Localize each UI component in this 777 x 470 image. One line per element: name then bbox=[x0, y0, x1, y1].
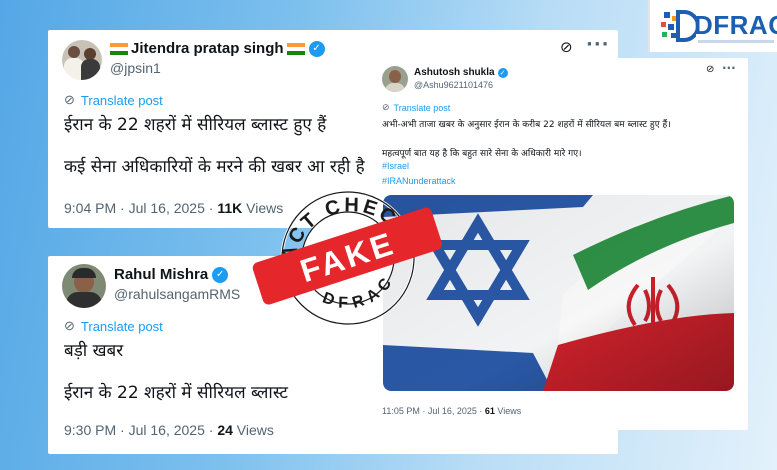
avatar[interactable] bbox=[62, 264, 106, 308]
user-handle[interactable]: @jpsin1 bbox=[110, 60, 161, 76]
user-name[interactable]: Ashutosh shukla bbox=[414, 67, 495, 78]
tweet-meta[interactable]: 9:30 PM · Jul 16, 2025 · 24 Views bbox=[64, 422, 274, 438]
dfrac-logo-icon bbox=[661, 10, 696, 42]
tweet-text-line: ईरान के 22 शहरों में सीरियल ब्लास्ट हुए … bbox=[64, 115, 327, 135]
hashtag-link[interactable]: #Israel bbox=[382, 161, 409, 171]
translate-post-link[interactable]: ⊘ Translate post bbox=[64, 92, 163, 108]
india-flag-icon bbox=[110, 42, 128, 55]
translate-icon: ⊘ bbox=[64, 92, 75, 107]
user-handle[interactable]: @rahulsangamRMS bbox=[114, 286, 240, 302]
grok-icon[interactable]: ⊘ bbox=[560, 38, 573, 56]
translate-post-link[interactable]: ⊘ Translate post bbox=[382, 102, 450, 113]
user-name[interactable]: Jitendra pratap singh bbox=[131, 40, 284, 57]
verified-badge-icon: ✓ bbox=[212, 266, 229, 283]
translate-icon: ⊘ bbox=[382, 102, 390, 112]
dfrac-logo: DFRAC bbox=[648, 0, 777, 52]
tweet-text-line: अभी-अभी ताजा खबर के अनुसार ईरान के करीब … bbox=[382, 120, 671, 130]
tweet-text-line: महत्वपूर्ण बात यह है कि बहुत सारे सेना क… bbox=[382, 149, 582, 159]
user-handle[interactable]: @Ashu9621101476 bbox=[414, 80, 493, 90]
user-name[interactable]: Rahul Mishra bbox=[114, 266, 208, 283]
tweet-text-line: ईरान के 22 शहरों में सीरियल ब्लास्ट bbox=[64, 383, 289, 403]
translate-icon: ⊘ bbox=[64, 318, 75, 333]
logo-text: DFRAC bbox=[694, 10, 777, 40]
more-options-icon[interactable]: ··· bbox=[722, 61, 736, 75]
india-flag-icon bbox=[286, 42, 305, 55]
avatar[interactable] bbox=[62, 40, 102, 80]
logo-tagline bbox=[698, 40, 774, 43]
more-options-icon[interactable]: ··· bbox=[586, 34, 610, 55]
tweet-text-line: कई सेना अधिकारियों के मरने की खबर आ रही … bbox=[64, 157, 365, 177]
translate-post-link[interactable]: ⊘ Translate post bbox=[64, 318, 163, 334]
verified-badge-icon: ✓ bbox=[308, 40, 325, 57]
fact-check-fake-stamp: FACT CHECK DFRAC FAKE bbox=[252, 178, 443, 326]
avatar[interactable] bbox=[382, 66, 408, 92]
tweet-text-line: बड़ी खबर bbox=[64, 341, 124, 361]
grok-icon[interactable]: ⊘ bbox=[706, 64, 714, 75]
verified-badge-icon: ✓ bbox=[497, 67, 508, 78]
tweet-meta[interactable]: 11:05 PM · Jul 16, 2025 · 61 Views bbox=[382, 406, 521, 416]
